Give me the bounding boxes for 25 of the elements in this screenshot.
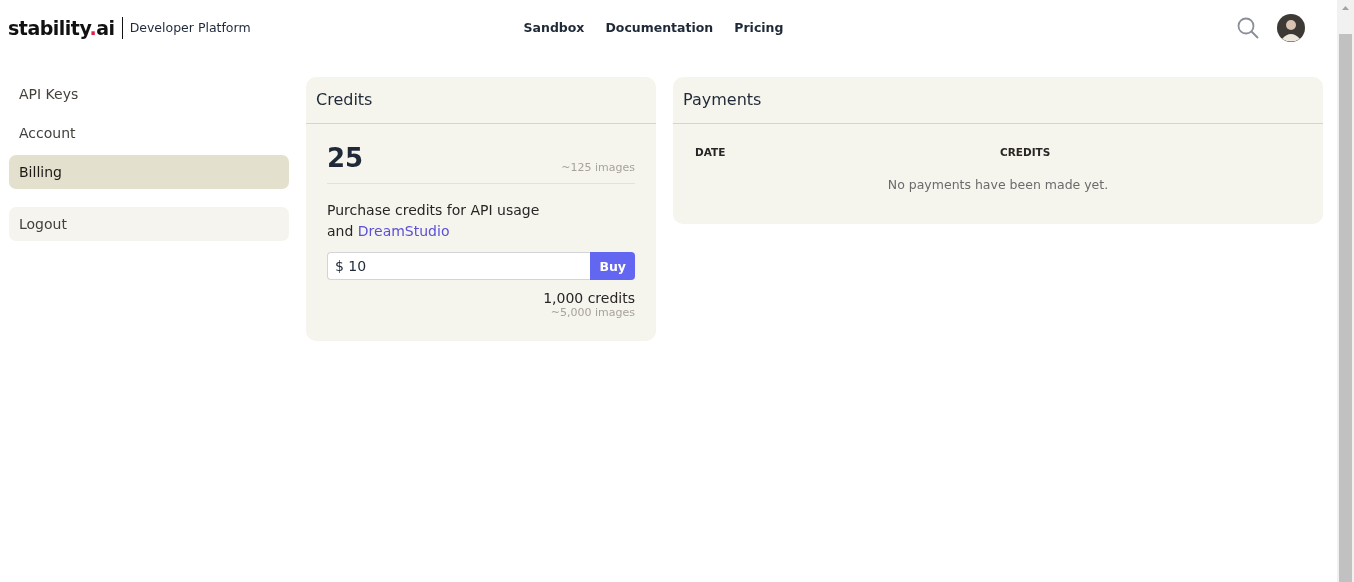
images-estimate: ~5,000 images — [550, 306, 635, 319]
empty-message: No payments have been made yet. — [886, 177, 1110, 192]
images-estimate: ~125 images — [561, 161, 635, 174]
sidebar-item[interactable]: Billing — [9, 155, 289, 189]
card-title: Payments — [683, 90, 762, 109]
logout-button[interactable]: Logout — [9, 207, 289, 241]
buy-button[interactable]: Buy — [590, 252, 635, 280]
dreamstudio-link[interactable]: DreamStudio — [357, 223, 450, 239]
column-header: DATE — [695, 146, 727, 158]
sidebar-item[interactable]: Account — [9, 116, 289, 150]
sidebar-item[interactable]: API Keys — [9, 77, 289, 111]
nav-link[interactable]: Pricing — [734, 20, 784, 35]
amount-field[interactable]: $ 10 — [327, 252, 591, 280]
nav-link[interactable]: Documentation — [605, 20, 714, 35]
credit-balance: 25 — [327, 142, 364, 174]
column-header: CREDITS — [999, 146, 1052, 158]
logo[interactable]: stability.ai — [8, 16, 123, 39]
avatar-icon[interactable] — [1277, 13, 1305, 42]
product-name: Developer Platform — [129, 20, 251, 35]
card-title: Credits — [316, 90, 373, 109]
nav-link[interactable]: Sandbox — [523, 20, 585, 35]
credits-amount: 1,000 credits — [543, 290, 635, 306]
purchase-text: Purchase credits for API usage and DreamStudio — [327, 201, 541, 241]
scrollbar[interactable] — [1337, 0, 1354, 582]
search-icon[interactable] — [1237, 16, 1259, 39]
